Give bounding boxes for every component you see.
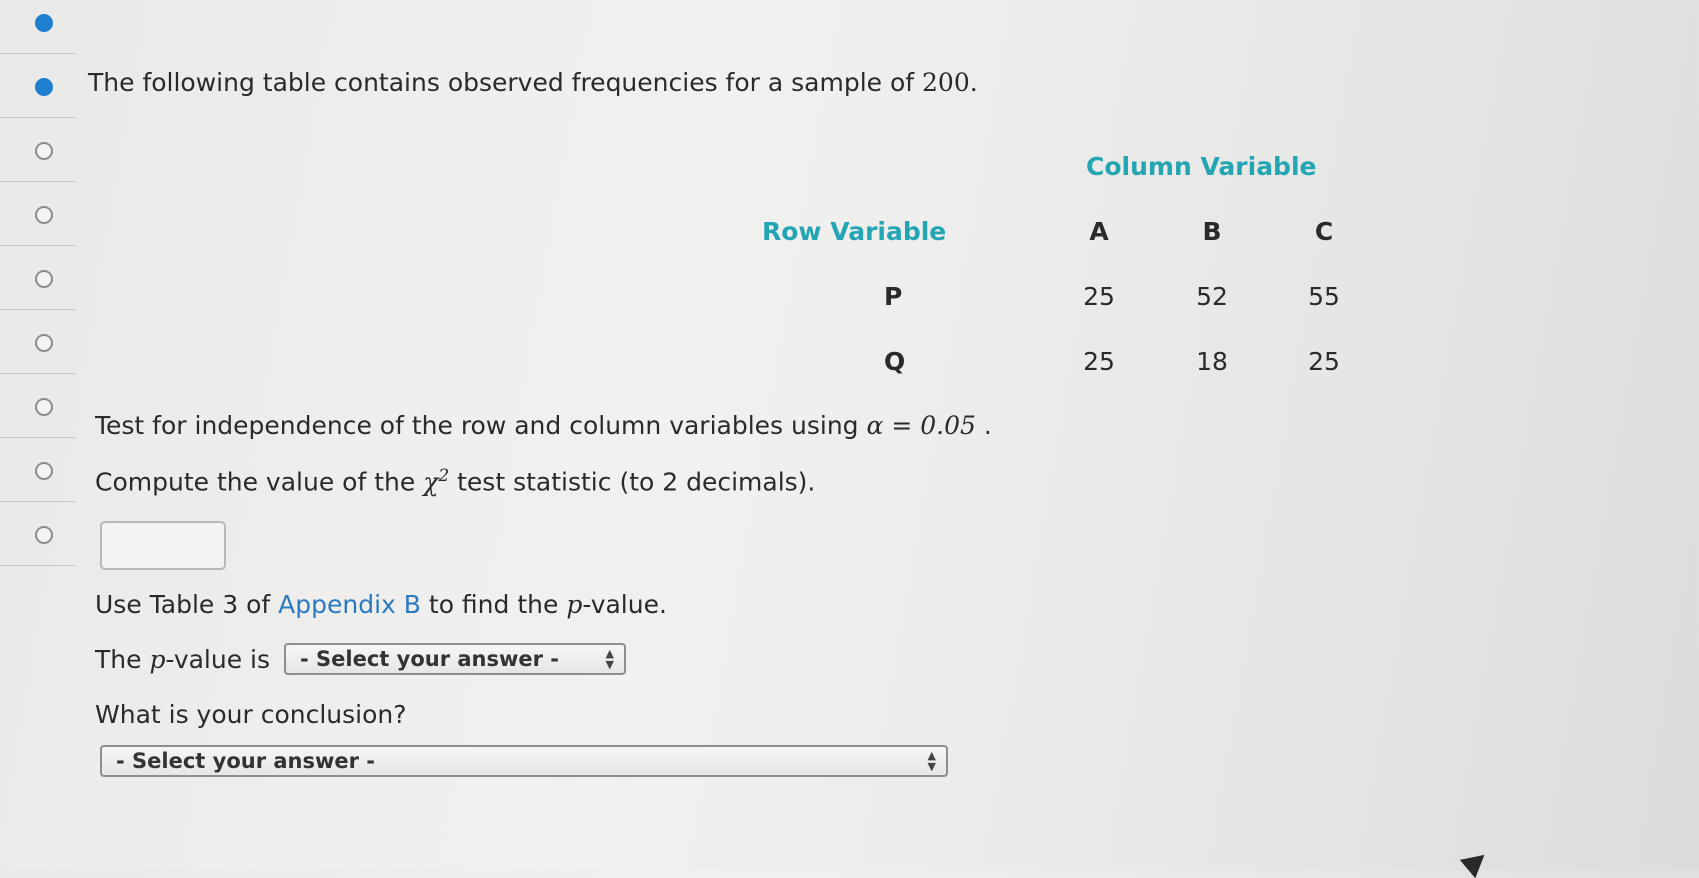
step-2[interactable]: [0, 54, 76, 118]
step-filled-dot-icon: [35, 14, 53, 32]
test-instruction-text: Test for independence of the row and col…: [95, 411, 859, 440]
alpha-value: α = 0.05: [866, 411, 976, 440]
step-empty-dot-icon: [35, 206, 53, 224]
pvalue-pre: The: [95, 645, 142, 674]
pvalue-post: -value is: [165, 645, 271, 674]
compute-pre: Compute the value of the: [95, 467, 416, 497]
step-8[interactable]: [0, 438, 76, 502]
intro-period: .: [969, 68, 978, 97]
chi-exponent: 2: [438, 466, 450, 486]
test-instruction: Test for independence of the row and col…: [95, 411, 992, 440]
appendix-b-link[interactable]: Appendix B: [278, 590, 421, 619]
p-symbol: p: [566, 590, 583, 619]
question-content: The following table contains observed fr…: [88, 0, 1688, 870]
appendix-mid: to find the: [428, 590, 559, 619]
compute-instruction: Compute the value of the χ2 test statist…: [95, 466, 815, 496]
pvalue-select-label: - Select your answer -: [300, 647, 560, 671]
appendix-instruction: Use Table 3 of Appendix B to find the p-…: [95, 590, 667, 619]
step-5[interactable]: [0, 246, 76, 310]
cell-q-a: 25: [1083, 347, 1115, 376]
step-empty-dot-icon: [35, 270, 53, 288]
intro-text: The following table contains observed fr…: [88, 68, 978, 97]
appendix-post: -value.: [582, 590, 667, 619]
compute-post: test statistic (to 2 decimals).: [457, 467, 816, 497]
step-1[interactable]: [0, 0, 76, 54]
intro-sentence: The following table contains observed fr…: [88, 68, 915, 97]
step-9[interactable]: [0, 502, 76, 566]
test-instruction-tail: .: [975, 411, 992, 440]
cell-p-b: 52: [1196, 282, 1228, 311]
step-empty-dot-icon: [35, 142, 53, 160]
column-variable-header: Column Variable: [1086, 152, 1317, 181]
sample-size: 200: [922, 68, 970, 97]
appendix-pre: Use Table 3 of: [95, 590, 271, 619]
chi-square-answer-input[interactable]: [100, 521, 226, 570]
select-arrows-icon: ▲ ▼: [927, 749, 936, 773]
step-empty-dot-icon: [35, 398, 53, 416]
pvalue-select[interactable]: - Select your answer - ▲ ▼: [284, 643, 626, 675]
conclusion-select[interactable]: - Select your answer - ▲ ▼: [100, 745, 948, 777]
row-label-q: Q: [884, 347, 906, 376]
cell-q-b: 18: [1196, 347, 1228, 376]
chi-symbol: χ: [423, 467, 439, 497]
p-symbol: p: [149, 645, 166, 674]
column-header-b: B: [1202, 217, 1222, 246]
step-3[interactable]: [0, 118, 76, 182]
step-7[interactable]: [0, 374, 76, 438]
step-empty-dot-icon: [35, 526, 53, 544]
column-header-c: C: [1314, 217, 1334, 246]
cell-p-a: 25: [1083, 282, 1115, 311]
step-6[interactable]: [0, 310, 76, 374]
step-empty-dot-icon: [35, 462, 53, 480]
column-header-a: A: [1089, 217, 1109, 246]
pvalue-prompt: The p-value is: [95, 645, 270, 674]
select-arrows-icon: ▲ ▼: [605, 647, 614, 671]
step-empty-dot-icon: [35, 334, 53, 352]
question-step-sidebar: [0, 0, 76, 870]
cell-q-c: 25: [1308, 347, 1340, 376]
conclusion-select-label: - Select your answer -: [116, 749, 376, 773]
row-label-p: P: [884, 282, 903, 311]
step-filled-dot-icon: [35, 78, 53, 96]
conclusion-question: What is your conclusion?: [95, 700, 407, 729]
row-variable-header: Row Variable: [762, 217, 947, 246]
cell-p-c: 55: [1308, 282, 1340, 311]
step-4[interactable]: [0, 182, 76, 246]
